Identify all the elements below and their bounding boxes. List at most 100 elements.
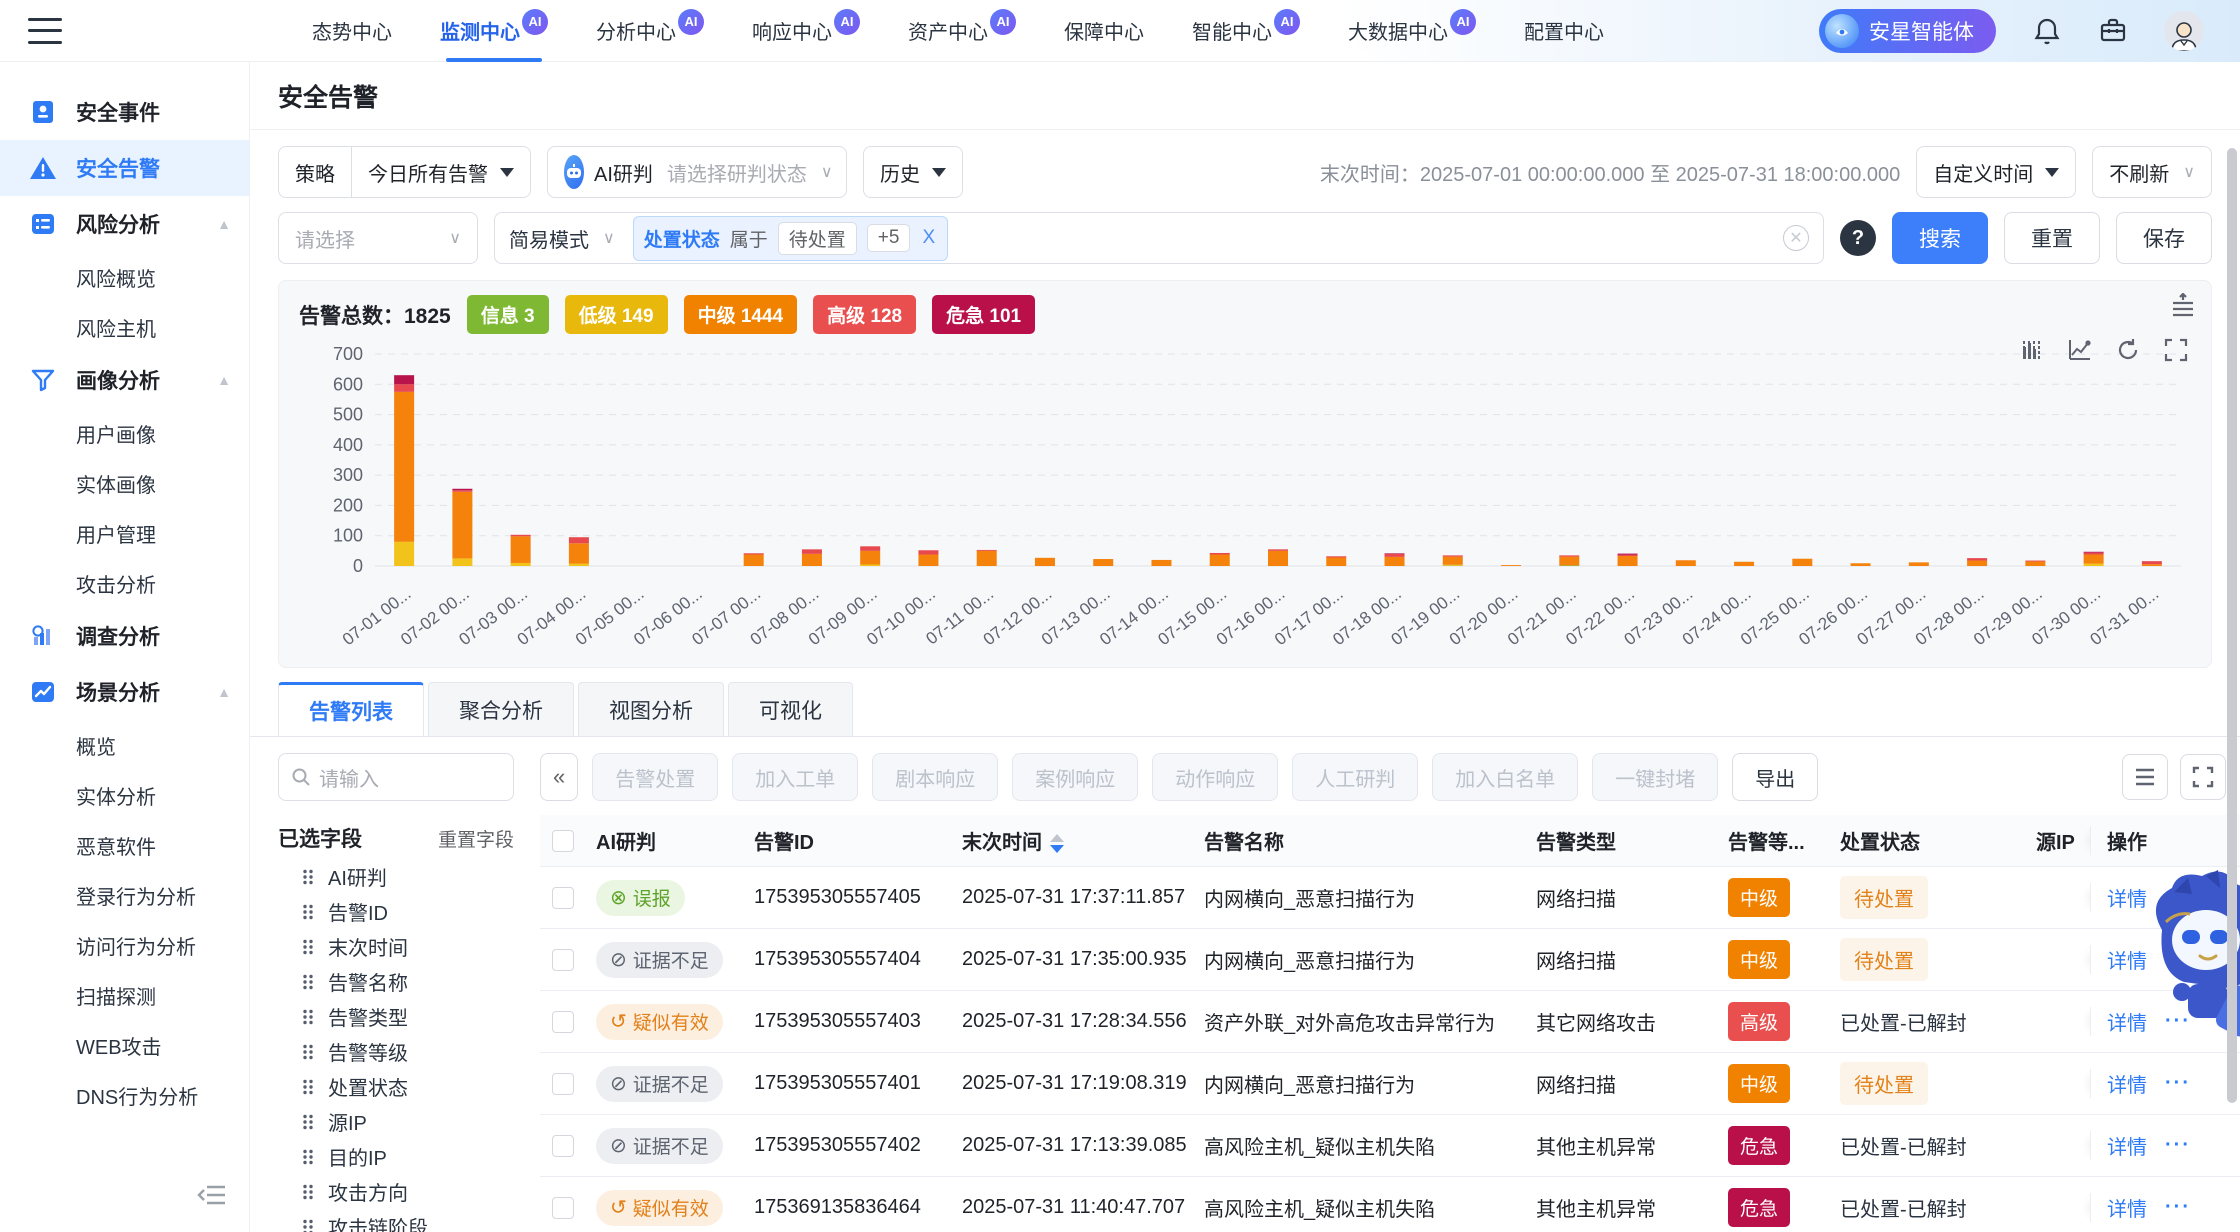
sidebar-item-malware[interactable]: 恶意软件 xyxy=(0,820,249,870)
select-all-checkbox[interactable] xyxy=(552,830,574,852)
collapse-panel-button[interactable]: « xyxy=(540,753,578,801)
nav-situation-center[interactable]: 态势中心 xyxy=(312,0,392,62)
detail-link[interactable]: 详情 xyxy=(2107,1131,2147,1160)
sidebar-item-investigation-analysis[interactable]: 调查分析 xyxy=(0,608,249,664)
history-button[interactable]: 历史 xyxy=(863,146,963,198)
nav-guarantee-center[interactable]: 保障中心 xyxy=(1064,0,1144,62)
detail-link[interactable]: 详情 xyxy=(2107,1193,2147,1222)
drag-handle-icon[interactable] xyxy=(302,1184,314,1200)
drag-handle-icon[interactable] xyxy=(302,904,314,920)
menu-icon[interactable] xyxy=(28,18,62,44)
fields-search-input[interactable]: 请输入 xyxy=(278,753,514,801)
nav-intelligence-center[interactable]: 智能中心AI xyxy=(1192,0,1300,62)
sidebar-item-web-attack[interactable]: WEB攻击 xyxy=(0,1020,249,1070)
detail-link[interactable]: 详情 xyxy=(2107,1007,2147,1036)
drag-handle-icon[interactable] xyxy=(302,974,314,990)
refresh-icon[interactable] xyxy=(2115,337,2141,363)
nav-monitor-center[interactable]: 监测中心AI xyxy=(440,0,548,62)
user-avatar[interactable] xyxy=(2164,11,2204,51)
ai-verdict-select[interactable]: AI研判 请选择研判状态 ∨ xyxy=(547,146,847,198)
drag-handle-icon[interactable] xyxy=(302,869,314,885)
reset-button[interactable]: 重置 xyxy=(2004,212,2100,264)
sidebar-item-entity-analysis[interactable]: 实体分析 xyxy=(0,770,249,820)
drag-handle-icon[interactable] xyxy=(302,939,314,955)
one-click-block-button[interactable]: 一键封堵 xyxy=(1592,753,1718,801)
drag-handle-icon[interactable] xyxy=(302,1149,314,1165)
sidebar-item-security-events[interactable]: 安全事件 xyxy=(0,84,249,140)
drag-handle-icon[interactable] xyxy=(302,1079,314,1095)
playbook-response-button[interactable]: 剧本响应 xyxy=(872,753,998,801)
detail-link[interactable]: 详情 xyxy=(2107,1069,2147,1098)
sort-header-time[interactable]: 末次时间 xyxy=(962,826,1204,855)
bar-chart-icon[interactable] xyxy=(2019,337,2045,363)
sidebar-item-access-behavior[interactable]: 访问行为分析 xyxy=(0,920,249,970)
filter-chip[interactable]: 处置状态 属于 待处置 +5 X xyxy=(633,216,948,261)
drag-handle-icon[interactable] xyxy=(302,1114,314,1130)
sidebar-item-security-alerts[interactable]: 安全告警 xyxy=(0,140,249,196)
tab-alert-list[interactable]: 告警列表 xyxy=(278,682,424,736)
case-response-button[interactable]: 案例响应 xyxy=(1012,753,1138,801)
sidebar-item-scan-detect[interactable]: 扫描探测 xyxy=(0,970,249,1020)
reset-fields-link[interactable]: 重置字段 xyxy=(438,825,514,852)
agent-badge[interactable]: 安星智能体 xyxy=(1819,9,1996,53)
drag-handle-icon[interactable] xyxy=(302,1219,314,1232)
help-icon[interactable]: ? xyxy=(1840,220,1876,256)
manual-verdict-button[interactable]: 人工研判 xyxy=(1292,753,1418,801)
sidebar-item-login-behavior[interactable]: 登录行为分析 xyxy=(0,870,249,920)
nav-response-center[interactable]: 响应中心AI xyxy=(752,0,860,62)
sort-icons[interactable] xyxy=(1050,834,1064,853)
sidebar-item-user-profile[interactable]: 用户画像 xyxy=(0,408,249,458)
refresh-select[interactable]: 不刷新 ∨ xyxy=(2092,146,2212,198)
mode-select[interactable]: 简易模式∨ xyxy=(509,224,615,253)
bell-icon[interactable] xyxy=(2032,16,2062,46)
line-chart-icon[interactable] xyxy=(2067,337,2093,363)
nav-asset-center[interactable]: 资产中心AI xyxy=(908,0,1016,62)
alert-dispose-button[interactable]: 告警处置 xyxy=(592,753,718,801)
add-whitelist-button[interactable]: 加入白名单 xyxy=(1432,753,1578,801)
sidebar-item-user-management[interactable]: 用户管理 xyxy=(0,508,249,558)
row-checkbox[interactable] xyxy=(552,1011,574,1033)
custom-time-button[interactable]: 自定义时间 xyxy=(1916,146,2076,198)
drag-handle-icon[interactable] xyxy=(302,1044,314,1060)
sidebar-item-risk-analysis[interactable]: 风险分析▲ xyxy=(0,196,249,252)
nav-analysis-center[interactable]: 分析中心AI xyxy=(596,0,704,62)
sidebar-item-entity-profile[interactable]: 实体画像 xyxy=(0,458,249,508)
nav-bigdata-center[interactable]: 大数据中心AI xyxy=(1348,0,1476,62)
more-actions-icon[interactable]: ··· xyxy=(2165,1134,2191,1157)
sidebar-item-dns-behavior[interactable]: DNS行为分析 xyxy=(0,1070,249,1120)
sidebar-collapse-icon[interactable] xyxy=(197,1182,227,1214)
row-checkbox[interactable] xyxy=(552,1073,574,1095)
tab-visualization[interactable]: 可视化 xyxy=(728,682,853,736)
clear-input-icon[interactable]: ✕ xyxy=(1783,225,1809,251)
collapse-chart-icon[interactable] xyxy=(2169,293,2197,323)
toolbox-icon[interactable] xyxy=(2098,16,2128,46)
save-button[interactable]: 保存 xyxy=(2116,212,2212,264)
add-ticket-button[interactable]: 加入工单 xyxy=(732,753,858,801)
detail-link[interactable]: 详情 xyxy=(2107,945,2147,974)
sidebar-item-risk-overview[interactable]: 风险概览 xyxy=(0,252,249,302)
row-checkbox[interactable] xyxy=(552,1135,574,1157)
row-checkbox[interactable] xyxy=(552,949,574,971)
detail-link[interactable]: 详情 xyxy=(2107,883,2147,912)
vertical-scrollbar[interactable] xyxy=(2227,148,2237,1103)
tab-view-analysis[interactable]: 视图分析 xyxy=(578,682,724,736)
query-input[interactable]: 简易模式∨ 处置状态 属于 待处置 +5 X ✕ xyxy=(494,212,1824,264)
more-actions-icon[interactable]: ··· xyxy=(2165,1196,2191,1219)
strategy-select[interactable]: 策略 今日所有告警 xyxy=(278,146,531,198)
sidebar-item-scene-analysis[interactable]: 场景分析▲ xyxy=(0,664,249,720)
search-button[interactable]: 搜索 xyxy=(1892,212,1988,264)
table-fullscreen-icon[interactable] xyxy=(2180,754,2226,800)
mascot[interactable] xyxy=(2144,868,2240,1049)
tab-aggregate-analysis[interactable]: 聚合分析 xyxy=(428,682,574,736)
more-actions-icon[interactable]: ··· xyxy=(2165,1072,2191,1095)
action-response-button[interactable]: 动作响应 xyxy=(1152,753,1278,801)
row-checkbox[interactable] xyxy=(552,1197,574,1219)
sidebar-item-profile-analysis[interactable]: 画像分析▲ xyxy=(0,352,249,408)
sidebar-item-attack-analysis[interactable]: 攻击分析 xyxy=(0,558,249,608)
sidebar-item-risk-hosts[interactable]: 风险主机 xyxy=(0,302,249,352)
drag-handle-icon[interactable] xyxy=(302,1009,314,1025)
sidebar-item-overview[interactable]: 概览 xyxy=(0,720,249,770)
chip-close-icon[interactable]: X xyxy=(920,227,937,249)
column-settings-icon[interactable] xyxy=(2122,754,2168,800)
fullscreen-icon[interactable] xyxy=(2163,337,2189,363)
